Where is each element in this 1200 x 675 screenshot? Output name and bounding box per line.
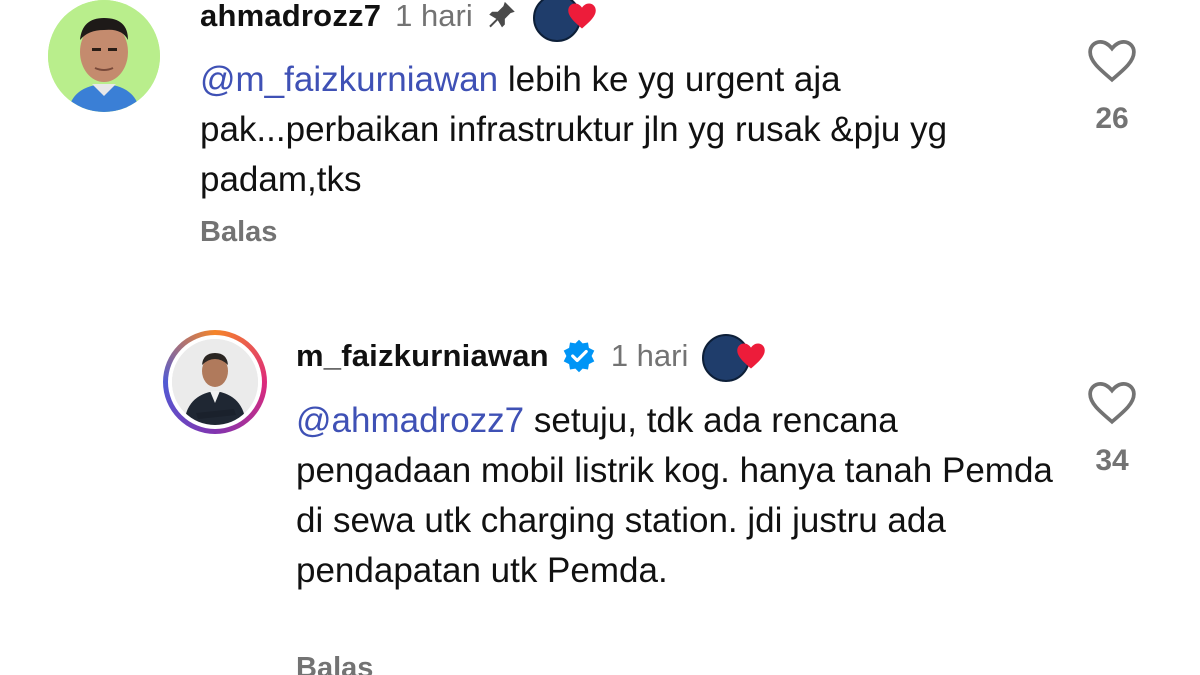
mention-link[interactable]: @ahmadrozz7 [296,401,524,440]
reply-button[interactable]: Balas [296,652,373,675]
comment-m_faizkurniawan: m_faizkurniawan 1 hari @ahmadrozz7 setuj… [0,0,1200,675]
creator-liked-heart-icon [702,334,768,382]
comments-view: ahmadrozz7 1 hari @m_faizkurniawan lebih… [0,0,1200,675]
timestamp: 1 hari [610,338,689,373]
like-count: 34 [1095,444,1129,477]
like-control: 34 [1082,380,1142,478]
verified-badge-icon [561,338,597,374]
comment-text: @ahmadrozz7 setuju, tdk ada rencana peng… [296,396,1076,596]
comment-header: m_faizkurniawan 1 hari [296,330,768,382]
username[interactable]: m_faizkurniawan [296,338,549,374]
like-heart-outline-icon[interactable] [1082,380,1142,426]
